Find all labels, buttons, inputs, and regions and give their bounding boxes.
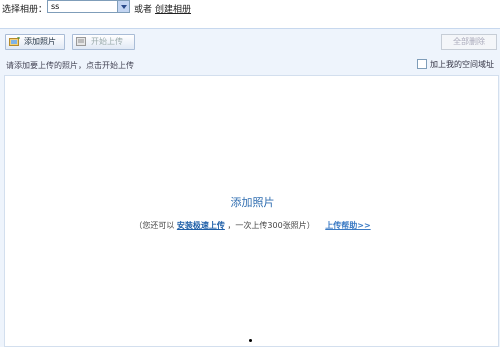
upload-toolbar: 添加照片 开始上传 全部删除 [0,29,500,55]
watermark-checkbox[interactable] [417,59,427,69]
album-dropdown-value: ss [51,2,60,11]
add-photo-button-label: 添加照片 [24,37,56,46]
create-album-link[interactable]: 创建相册 [155,2,191,15]
album-select-label: 选择相册： [2,5,48,15]
tip-middle: ，一次上传300张照片） [227,221,315,230]
install-fast-upload-link[interactable]: 安装极速上传 [177,221,225,230]
start-upload-button[interactable]: 开始上传 [72,34,135,50]
add-photo-icon [9,37,20,46]
add-photo-button[interactable]: 添加照片 [5,34,65,50]
add-photo-link[interactable]: 添加照片 [5,194,500,210]
upload-icon [76,37,86,46]
album-dropdown[interactable]: ss [47,0,130,13]
or-text: 或者 [134,5,153,15]
upload-help-link[interactable]: 上传帮助>> [325,221,370,230]
album-select-bar: 选择相册： ss 或者 创建相册 [0,0,500,24]
cursor-dot [249,339,252,342]
upload-panel: 添加照片 开始上传 全部删除 请添加要上传的照片，点击开始上传 加上我的空间域址… [0,28,500,347]
photo-drop-area[interactable]: 添加照片 （您还可以 安装极速上传 ，一次上传300张照片） 上传帮助>> [4,75,499,347]
upload-tips: （您还可以 安装极速上传 ，一次上传300张照片） 上传帮助>> [5,220,500,231]
watermark-checkbox-label: 加上我的空间域址 [430,60,494,69]
clear-all-button[interactable]: 全部删除 [441,34,497,50]
upload-hint-text: 请添加要上传的照片，点击开始上传 [6,61,134,70]
tip-prefix: （您还可以 [134,221,175,230]
chevron-down-icon[interactable] [117,1,129,12]
start-upload-button-label: 开始上传 [91,37,123,46]
